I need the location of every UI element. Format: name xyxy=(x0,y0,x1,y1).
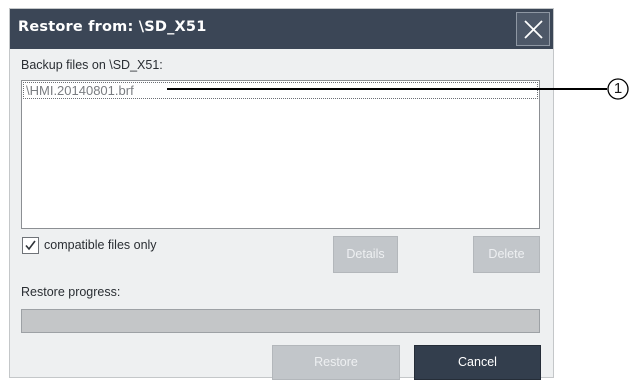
callout-number: 1 xyxy=(613,80,623,97)
callout-leader-line xyxy=(167,78,629,100)
